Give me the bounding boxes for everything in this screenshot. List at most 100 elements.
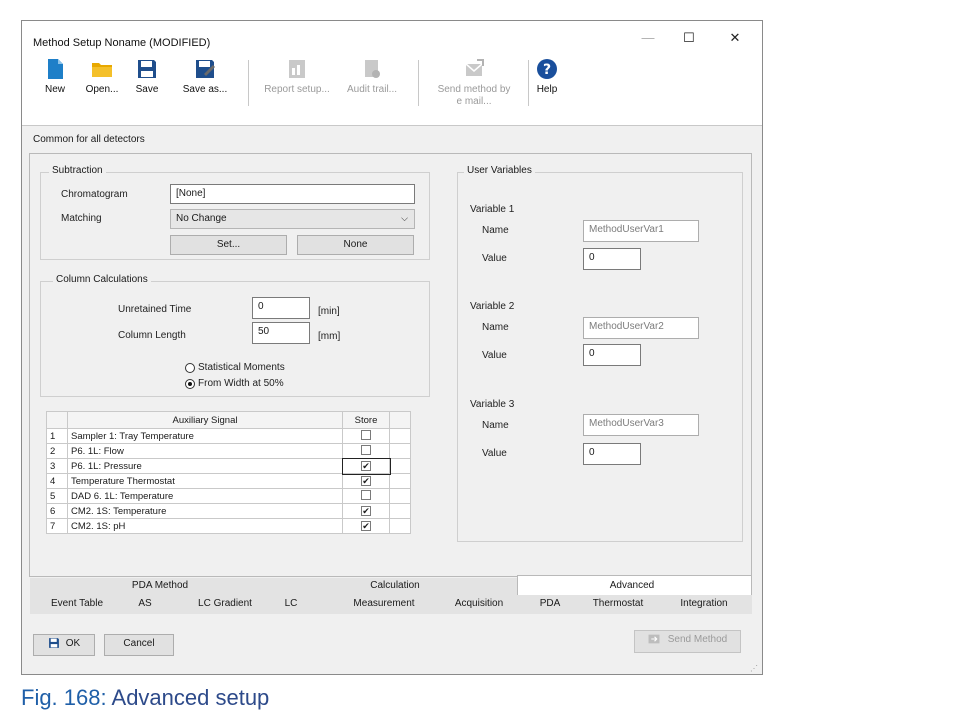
user-variables-title: User Variables <box>464 165 535 176</box>
table-row[interactable]: 6 CM2. 1S: Temperature ✔ <box>46 503 411 519</box>
store-checkbox[interactable] <box>361 444 371 455</box>
variable-3-name-field[interactable]: MethodUserVar3 <box>583 414 699 436</box>
subtraction-title: Subtraction <box>49 165 106 176</box>
variable-1-name-field[interactable]: MethodUserVar1 <box>583 220 699 242</box>
row-number: 5 <box>46 488 68 504</box>
statistical-moments-label: Statistical Moments <box>198 362 285 373</box>
tab-as[interactable]: AS <box>130 598 160 609</box>
signal-name: CM2. 1S: pH <box>67 518 343 534</box>
row-number: 1 <box>46 428 68 444</box>
minimize-button[interactable]: — <box>640 30 656 46</box>
store-checkbox[interactable] <box>361 429 371 440</box>
tab-integration[interactable]: Integration <box>672 598 736 609</box>
unretained-time-unit: [min] <box>318 306 340 317</box>
store-checkbox[interactable]: ✔ <box>361 475 371 486</box>
variable-3-title: Variable 3 <box>470 399 515 410</box>
chromatogram-field[interactable]: [None] <box>170 184 415 204</box>
tab-calculation[interactable]: Calculation <box>335 580 455 591</box>
store-header: Store <box>342 411 390 429</box>
store-checkbox[interactable]: ✔ <box>361 505 371 516</box>
maximize-button[interactable]: ☐ <box>681 30 697 46</box>
new-button[interactable]: New <box>40 58 70 96</box>
signal-name: Temperature Thermostat <box>67 473 343 489</box>
svg-text:?: ? <box>543 62 551 78</box>
save-as-icon <box>196 60 215 78</box>
table-row[interactable]: 7 CM2. 1S: pH ✔ <box>46 518 411 534</box>
tab-event-table[interactable]: Event Table <box>46 598 108 609</box>
email-icon <box>465 59 484 76</box>
folder-icon <box>92 63 112 77</box>
variable-1-value-label: Value <box>482 253 507 264</box>
tab-advanced[interactable]: Advanced <box>572 580 692 591</box>
width-at-50-radio[interactable] <box>185 379 195 389</box>
report-setup-button[interactable]: Report setup... <box>258 58 336 96</box>
auxiliary-signal-header: Auxiliary Signal <box>67 411 343 429</box>
tab-lc[interactable]: LC <box>276 598 306 609</box>
store-cell: ✔ <box>342 518 390 534</box>
table-row[interactable]: 2 P6. 1L: Flow <box>46 443 411 459</box>
floppy-disk-icon <box>48 638 59 649</box>
ok-button[interactable]: OK <box>33 634 95 656</box>
column-length-field[interactable]: 50 <box>252 322 310 344</box>
matching-dropdown[interactable]: No Change ⌵ <box>170 209 415 229</box>
store-checkbox[interactable]: ✔ <box>361 460 371 471</box>
variable-2-name-label: Name <box>482 322 509 333</box>
table-row[interactable]: 5 DAD 6. 1L: Temperature <box>46 488 411 504</box>
toolbar-separator <box>248 60 249 106</box>
save-button[interactable]: Save <box>132 58 162 96</box>
cancel-button[interactable]: Cancel <box>104 634 174 656</box>
unretained-time-field[interactable]: 0 <box>252 297 310 319</box>
figure-caption: Fig. 168: Advanced setup <box>21 685 269 711</box>
section-label: Common for all detectors <box>33 134 145 145</box>
help-button[interactable]: ? Help <box>532 58 562 96</box>
close-button[interactable]: ✕ <box>727 30 743 46</box>
row-number: 2 <box>46 443 68 459</box>
chromatogram-label: Chromatogram <box>61 189 128 200</box>
tab-pda[interactable]: PDA <box>530 598 570 609</box>
matching-label: Matching <box>61 213 102 224</box>
table-row[interactable]: 4 Temperature Thermostat ✔ <box>46 473 411 489</box>
figure-number: Fig. 168: <box>21 685 107 710</box>
store-checkbox[interactable] <box>361 489 371 500</box>
toolbar-separator <box>528 60 529 106</box>
tab-thermostat[interactable]: Thermostat <box>586 598 650 609</box>
tab-acquisition[interactable]: Acquisition <box>444 598 514 609</box>
row-number: 7 <box>46 518 68 534</box>
resize-grip-icon[interactable]: ⋰ <box>750 664 758 673</box>
variable-2-value-field[interactable]: 0 <box>583 344 641 366</box>
tab-pda-method[interactable]: PDA Method <box>100 580 220 591</box>
variable-1-value-field[interactable]: 0 <box>583 248 641 270</box>
send-method-email-button[interactable]: Send method by e mail... <box>422 58 526 108</box>
variable-2-title: Variable 2 <box>470 301 515 312</box>
chevron-down-icon: ⌵ <box>401 213 408 223</box>
send-method-button[interactable]: Send Method <box>634 630 741 653</box>
tab-lc-gradient[interactable]: LC Gradient <box>190 598 260 609</box>
help-icon: ? <box>537 59 557 79</box>
unretained-time-label: Unretained Time <box>118 304 192 315</box>
set-button[interactable]: Set... <box>170 235 287 255</box>
open-button[interactable]: Open... <box>82 58 122 96</box>
window-title: Method Setup Noname (MODIFIED) <box>33 37 211 49</box>
none-button[interactable]: None <box>297 235 414 255</box>
audit-trail-button[interactable]: Audit trail... <box>340 58 404 96</box>
signal-name: Sampler 1: Tray Temperature <box>67 428 343 444</box>
signal-name: P6. 1L: Pressure <box>67 458 343 474</box>
signal-name: DAD 6. 1L: Temperature <box>67 488 343 504</box>
store-cell <box>342 428 390 444</box>
audit-trail-icon <box>365 60 380 78</box>
tab-measurement[interactable]: Measurement <box>344 598 424 609</box>
column-calculations-title: Column Calculations <box>53 274 151 285</box>
row-number: 4 <box>46 473 68 489</box>
signal-name: CM2. 1S: Temperature <box>67 503 343 519</box>
variable-3-value-field[interactable]: 0 <box>583 443 641 465</box>
column-length-unit: [mm] <box>318 331 341 342</box>
table-row[interactable]: 1 Sampler 1: Tray Temperature <box>46 428 411 444</box>
statistical-moments-radio[interactable] <box>185 363 195 373</box>
variable-2-name-field[interactable]: MethodUserVar2 <box>583 317 699 339</box>
row-number: 3 <box>46 458 68 474</box>
save-as-button[interactable]: Save as... <box>180 58 230 96</box>
send-method-label: Send Method <box>667 634 728 645</box>
store-checkbox[interactable]: ✔ <box>361 520 371 531</box>
table-row[interactable]: 3 P6. 1L: Pressure ✔ <box>46 457 411 475</box>
variable-3-name-label: Name <box>482 420 509 431</box>
